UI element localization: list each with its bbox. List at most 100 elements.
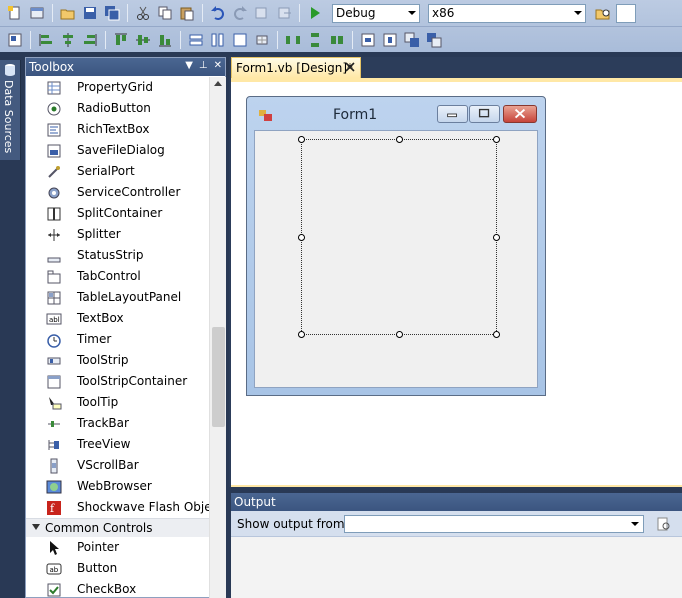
toolbox-item[interactable]: SplitContainer [26, 203, 209, 224]
scrollbar-thumb[interactable] [212, 327, 225, 427]
toolbox-scrollbar[interactable] [209, 77, 226, 598]
toolbox-item[interactable]: f Shockwave Flash Object [26, 497, 209, 518]
toolbox-item[interactable]: ToolStrip [26, 350, 209, 371]
toolbox-item-label: CheckBox [77, 582, 137, 596]
bring-to-front-icon[interactable] [403, 31, 421, 49]
toolbox-item[interactable]: StatusStrip [26, 245, 209, 266]
align-bottoms-icon[interactable] [156, 31, 174, 49]
save-icon[interactable] [81, 4, 99, 22]
toolbox-item[interactable]: VScrollBar [26, 455, 209, 476]
resize-handle[interactable] [298, 136, 305, 143]
vscroll-bar-icon [50, 458, 58, 474]
close-icon[interactable]: ✕ [214, 60, 222, 71]
pin-icon[interactable]: ⊥ [199, 60, 208, 71]
toolbox-item-label: TabControl [77, 269, 141, 283]
paste-icon[interactable] [178, 4, 196, 22]
toolbox-item[interactable]: TabControl [26, 266, 209, 287]
form1-window[interactable]: Form1 [246, 96, 546, 396]
toolbox-item[interactable]: ToolTip [26, 392, 209, 413]
make-same-height-icon[interactable] [209, 31, 227, 49]
toolbox-item[interactable]: PropertyGrid [26, 77, 209, 98]
navigate-backward-icon[interactable] [253, 4, 271, 22]
minimize-button[interactable] [437, 105, 468, 123]
toolbox-item[interactable]: SerialPort [26, 161, 209, 182]
toolbox-item[interactable]: Splitter [26, 224, 209, 245]
toolbox-item[interactable]: ToolStripContainer [26, 371, 209, 392]
redo-icon[interactable] [231, 4, 249, 22]
new-project-icon[interactable] [6, 4, 24, 22]
toolbox-item-label: PropertyGrid [77, 80, 153, 94]
align-lefts-icon[interactable] [37, 31, 55, 49]
resize-handle[interactable] [396, 136, 403, 143]
align-to-grid-icon[interactable] [6, 31, 24, 49]
start-debugging-icon[interactable] [306, 4, 324, 22]
resize-handle[interactable] [396, 331, 403, 338]
toolbox-item[interactable]: abl TextBox [26, 308, 209, 329]
toolbox-item[interactable]: CheckBox [26, 579, 209, 598]
toolbox-item-label: RadioButton [77, 101, 151, 115]
toolbar-separator [105, 30, 106, 49]
selected-control-outline[interactable] [298, 136, 500, 338]
resize-handle[interactable] [493, 331, 500, 338]
size-to-grid-icon[interactable] [253, 31, 271, 49]
find-combo[interactable] [616, 3, 636, 23]
cut-icon[interactable] [134, 4, 152, 22]
open-folder-icon[interactable] [59, 4, 77, 22]
resize-handle[interactable] [493, 234, 500, 241]
show-output-dropdown[interactable] [344, 515, 644, 533]
find-in-files-icon[interactable] [594, 4, 612, 22]
make-same-size-icon[interactable] [231, 31, 249, 49]
window-position-icon[interactable]: ▼ [185, 60, 193, 71]
toolbox-item[interactable]: ServiceController [26, 182, 209, 203]
toolbox-item[interactable]: Pointer [26, 537, 209, 558]
toolbox-item[interactable]: RichTextBox [26, 119, 209, 140]
copy-icon[interactable] [156, 4, 174, 22]
toolbox-list: PropertyGrid RadioButton RichTextBox SaveFi… [26, 77, 209, 598]
scroll-up-icon[interactable] [214, 81, 222, 86]
save-all-icon[interactable] [103, 4, 121, 22]
make-same-width-icon[interactable] [187, 31, 205, 49]
data-sources-tab[interactable]: Data Sources [0, 60, 21, 160]
navigate-forward-icon[interactable] [275, 4, 293, 22]
resize-handle[interactable] [298, 331, 305, 338]
add-item-icon[interactable] [28, 4, 46, 22]
send-to-back-icon[interactable] [425, 31, 443, 49]
toolbox-item[interactable]: ab Button [26, 558, 209, 579]
close-window-button[interactable] [503, 105, 537, 123]
text-box-icon: abl [46, 313, 62, 325]
center-vertically-icon[interactable] [381, 31, 399, 49]
toolbox-item[interactable]: TrackBar [26, 413, 209, 434]
find-message-icon[interactable] [655, 516, 671, 532]
form-client-area[interactable] [254, 130, 538, 388]
resize-handle[interactable] [298, 234, 305, 241]
radio-button-icon [47, 102, 61, 116]
undo-icon[interactable] [209, 4, 227, 22]
horizontal-spacing-icon[interactable] [284, 31, 302, 49]
vertical-spacing-icon[interactable] [306, 31, 324, 49]
toolbox-item[interactable]: Timer [26, 329, 209, 350]
toolbox-item[interactable]: SaveFileDialog [26, 140, 209, 161]
toolbox-item[interactable]: RadioButton [26, 98, 209, 119]
remove-spacing-icon[interactable] [328, 31, 346, 49]
toolbox-item-label: Splitter [77, 227, 121, 241]
align-rights-icon[interactable] [81, 31, 99, 49]
solution-platform-dropdown[interactable]: x86 [428, 3, 586, 23]
output-text-area[interactable] [231, 537, 682, 598]
toolbox-item[interactable]: WebBrowser [26, 476, 209, 497]
maximize-button[interactable] [469, 105, 500, 123]
chevron-down-icon [408, 10, 416, 15]
solution-configuration-dropdown[interactable]: Debug [332, 3, 420, 23]
align-centers-icon[interactable] [59, 31, 77, 49]
toolbox-category-common-controls[interactable]: Common Controls [26, 518, 209, 537]
toolbar-separator [299, 4, 300, 22]
tab-form1-design[interactable]: Form1.vb [Design]* [231, 57, 361, 78]
svg-text:abl: abl [49, 316, 60, 324]
align-tops-icon[interactable] [112, 31, 130, 49]
align-middles-icon[interactable] [134, 31, 152, 49]
close-icon[interactable] [344, 61, 356, 73]
toolbox-item[interactable]: TreeView [26, 434, 209, 455]
resize-handle[interactable] [493, 136, 500, 143]
center-horizontally-icon[interactable] [359, 31, 377, 49]
toolbox-item[interactable]: TableLayoutPanel [26, 287, 209, 308]
toolbox-item-label: ToolStrip [77, 353, 129, 367]
